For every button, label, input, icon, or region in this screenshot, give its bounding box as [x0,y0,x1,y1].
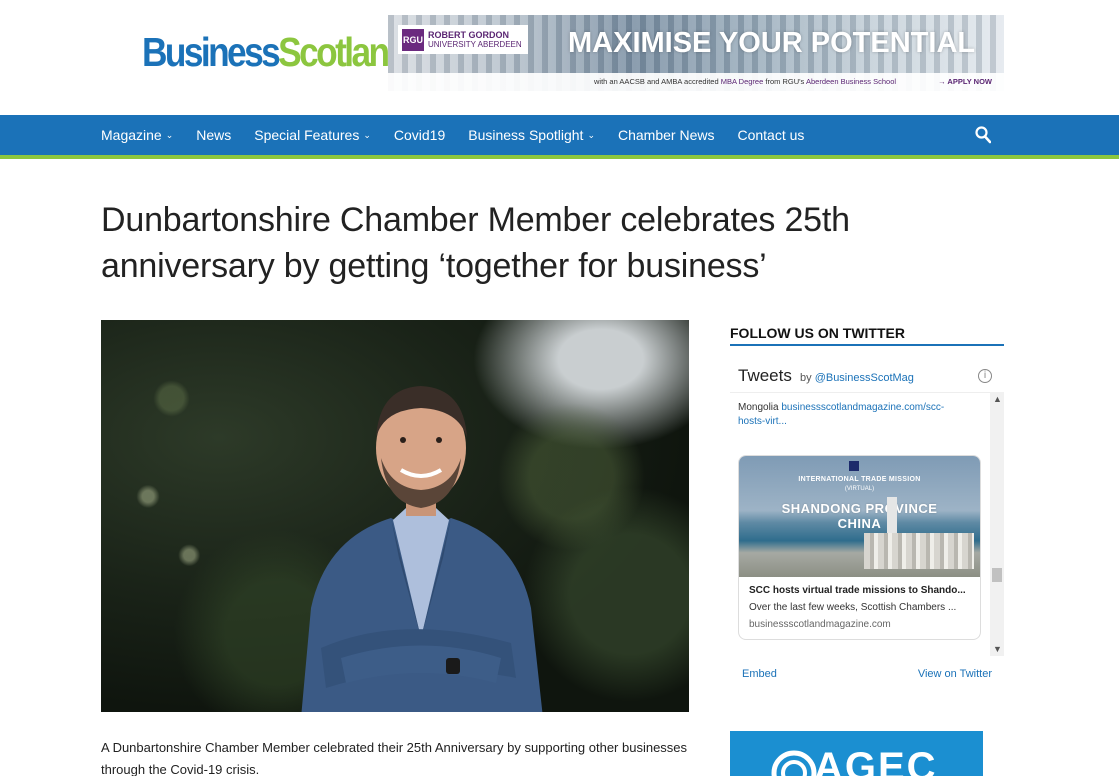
tweets-by: by @BusinessScotMag [800,372,914,384]
chevron-down-icon: ⌄ [165,129,174,140]
nav-label: Special Features [254,127,360,143]
article-title: Dunbartonshire Chamber Member celebrates… [101,201,850,285]
twitter-handle-link[interactable]: @BusinessScotMag [815,372,914,384]
main-nav: Magazine ⌄ News Special Features ⌄ Covid19… [0,115,1119,159]
wave-logo-icon [771,750,817,776]
card-city [864,533,974,569]
info-icon[interactable]: i [978,369,992,383]
nav-item-contact-us[interactable]: Contact us [737,127,804,143]
nav-label: Chamber News [617,127,715,143]
heading-underline [730,344,1004,346]
rgu-mark: RGU [402,29,424,51]
nav-item-business-spotlight[interactable]: Business Spotlight ⌄ [468,127,595,143]
tweet-card-image: INTERNATIONAL TRADE MISSION (VIRTUAL) SH… [739,456,980,577]
header-ad-banner[interactable]: RGU ROBERT GORDON UNIVERSITY ABERDEEN MA… [388,15,1004,91]
embed-link[interactable]: Embed [742,668,777,680]
tweets-by-label: by [800,372,812,384]
rgu-logo: RGU ROBERT GORDON UNIVERSITY ABERDEEN [398,25,528,54]
twitter-widget: Tweets by @BusinessScotMag i Mongolia bu… [730,358,1004,690]
scrollbar-thumb[interactable] [992,568,1002,582]
logo-business-text: Business [142,29,281,75]
tweet-body: Mongolia [738,402,779,413]
tweet-timeline[interactable]: Mongolia businessscotlandmagazine.com/sc… [730,392,1004,656]
chevron-down-icon: ⌄ [587,129,595,140]
rgu-name: ROBERT GORDON UNIVERSITY ABERDEEN [428,30,522,50]
sidebar-ad-text: AGEC [814,745,938,776]
nav-item-covid19[interactable]: Covid19 [394,127,445,143]
follow-twitter-heading: FOLLOW US ON TWITTER [730,325,905,341]
banner-headline: MAXIMISE YOUR POTENTIAL [568,27,976,59]
apply-now-link[interactable]: → APPLY NOW [938,77,992,86]
site-logo[interactable]: BusinessScotland [142,28,409,76]
tweet-link-card[interactable]: INTERNATIONAL TRADE MISSION (VIRTUAL) SH… [738,455,981,640]
card-img-label-1: INTERNATIONAL TRADE MISSION [798,476,921,483]
nav-label: Covid19 [393,127,446,143]
widget-footer: Embed View on Twitter [730,658,1004,690]
rgu-line1: ROBERT GORDON [428,30,509,40]
site-header: BusinessScotland RGU ROBERT GORDON UNIVE… [0,0,1119,115]
person-illustration [301,386,543,712]
banner-sub-mba: MBA Degree [720,77,764,86]
nav-label: Magazine [101,127,162,143]
scc-logo-icon [849,461,859,471]
tweets-heading: Tweets [738,366,792,385]
card-img-label-3: SHANDONG PROVINCE [781,501,938,516]
scroll-down-icon[interactable]: ▼ [993,644,1002,654]
card-domain: businessscotlandmagazine.com [749,619,891,630]
card-title: SCC hosts virtual trade missions to Shan… [749,585,966,596]
sidebar-ad[interactable]: AGEC [730,731,983,776]
scroll-up-icon[interactable]: ▲ [993,394,1002,404]
nav-label: Business Spotlight [468,127,584,143]
banner-sub-school: Aberdeen Business School [805,77,897,86]
article-photo [101,320,689,712]
nav-label: Contact us [737,127,805,143]
nav-label: News [196,127,232,143]
rgu-line2: UNIVERSITY ABERDEEN [428,40,522,49]
card-img-label-4: CHINA [837,516,882,531]
timeline-scrollbar[interactable]: ▲ ▼ [990,392,1004,656]
card-img-label-2: (VIRTUAL) [844,486,875,492]
article-intro: A Dunbartonshire Chamber Member celebrat… [101,740,688,776]
view-on-twitter-link[interactable]: View on Twitter [918,668,992,680]
card-description: Over the last few weeks, Scottish Chambe… [749,602,957,613]
search-icon[interactable] [975,126,991,144]
tweet-text: Mongolia businessscotlandmagazine.com/sc… [738,401,964,429]
banner-sub-start: with an AACSB and AMBA accredited [594,77,719,86]
nav-item-magazine[interactable]: Magazine ⌄ [101,127,173,143]
nav-item-special-features[interactable]: Special Features ⌄ [254,127,371,143]
nav-list: Magazine ⌄ News Special Features ⌄ Covid19… [101,115,827,155]
chevron-down-icon: ⌄ [363,129,371,140]
banner-subline: with an AACSB and AMBA accredited MBA De… [594,77,896,86]
nav-item-chamber-news[interactable]: Chamber News [618,127,714,143]
banner-sub-mid: from RGU's [765,77,805,86]
nav-item-news[interactable]: News [196,127,231,143]
